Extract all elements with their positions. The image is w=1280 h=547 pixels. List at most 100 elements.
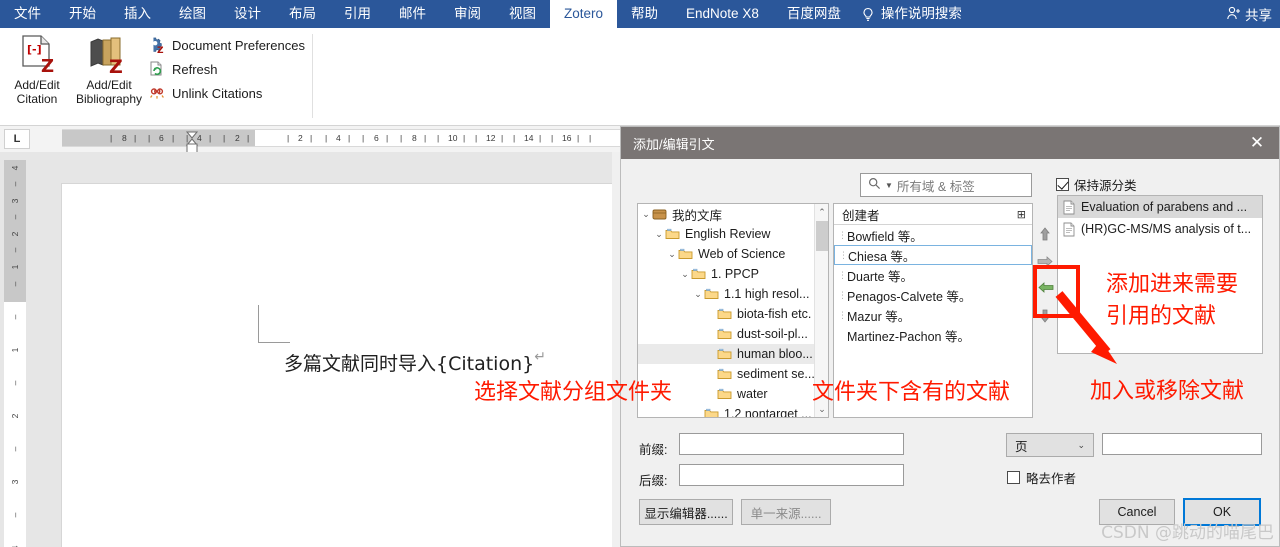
search-input[interactable]: ▼ 所有域 & 标签	[860, 173, 1032, 197]
chevron-down-icon[interactable]: ▼	[885, 181, 893, 190]
tree-item-label: dust-soil-pl...	[737, 327, 808, 341]
share-button[interactable]: 共享	[1226, 0, 1280, 28]
svg-text:Z: Z	[109, 56, 123, 76]
ruler-tick: 8	[122, 133, 127, 143]
ribbon-tab-buju[interactable]: 布局	[275, 0, 330, 28]
close-icon[interactable]: ✕	[1235, 127, 1279, 159]
document-body-text[interactable]: 多篇文献同时导入{Citation}↵	[284, 349, 546, 376]
ok-label: OK	[1212, 505, 1232, 519]
suppress-author-checkbox[interactable]: 略去作者	[1007, 468, 1076, 487]
column-picker-icon[interactable]: ⊞	[1017, 208, 1026, 221]
add-edit-bibliography-button[interactable]: Z Add/Edit Bibliography	[70, 32, 148, 106]
tree-item-1-1-high-resolution[interactable]: ⌄ 1.1 high resol...	[638, 284, 814, 304]
document-icon	[1063, 222, 1075, 237]
ribbon-tab-charu[interactable]: 插入	[110, 0, 165, 28]
ribbon-tab-label: Zotero	[564, 6, 604, 22]
ribbon-tab-zotero[interactable]: Zotero	[550, 0, 618, 28]
ribbon-tab-kaishi[interactable]: 开始	[55, 0, 110, 28]
tree-item-my-library[interactable]: ⌄ 我的文库	[638, 204, 814, 224]
ribbon-tab-youjian[interactable]: 邮件	[385, 0, 440, 28]
ann-add-remove: 加入或移除文献	[1090, 379, 1245, 404]
keep-source-classification-checkbox[interactable]: 保持源分类	[1056, 175, 1137, 194]
chevron-down-icon[interactable]: ⌄	[679, 269, 691, 280]
ann-select-folder: 选择文献分组文件夹	[474, 380, 673, 405]
list-item-bowfield[interactable]: ⋮ Bowfield 等。	[834, 225, 1032, 245]
scrollbar-thumb[interactable]	[816, 221, 828, 251]
selected-citation-row[interactable]: (HR)GC-MS/MS analysis of t...	[1058, 218, 1262, 240]
ribbon-tab-sheji[interactable]: 设计	[220, 0, 275, 28]
tree-item-web-of-science[interactable]: ⌄ Web of Science	[638, 244, 814, 264]
list-item-chiesa[interactable]: ⋮ Chiesa 等。	[834, 245, 1032, 265]
tree-item-english-review[interactable]: ⌄ English Review	[638, 224, 814, 244]
ann-folder-contents: 文件夹下含有的文献	[812, 380, 1011, 405]
tree-item-label: Web of Science	[698, 247, 786, 261]
single-source-button[interactable]: 单一来源......	[741, 499, 831, 525]
chevron-down-icon[interactable]: ⌄	[666, 249, 678, 260]
tree-item-label: 1.2 nontarget ...	[724, 407, 812, 418]
scroll-up-arrow-icon[interactable]: ⌃	[815, 204, 828, 220]
tree-item-1-ppcp[interactable]: ⌄ 1. PPCP	[638, 264, 814, 284]
folder-icon	[717, 348, 732, 360]
selected-citation-row[interactable]: Evaluation of parabens and ...	[1058, 196, 1262, 218]
ribbon-tab-label: 帮助	[631, 6, 659, 22]
move-up-button[interactable]	[1036, 226, 1054, 245]
ribbon-tab-baidunetdisk[interactable]: 百度网盘	[773, 0, 855, 28]
document-preferences-label: Document Preferences	[172, 37, 305, 53]
list-item-label: Mazur 等。	[847, 309, 911, 324]
list-item-penagos-calvete[interactable]: ⋮ Penagos-Calvete 等。	[834, 285, 1032, 305]
chevron-down-icon[interactable]: ⌄	[640, 209, 652, 220]
locator-value-input[interactable]	[1102, 433, 1262, 455]
add-edit-citation-label-line2: Citation	[16, 92, 58, 106]
chevron-down-icon: ⌄	[1077, 439, 1085, 450]
ribbon-tab-bangzhu[interactable]: 帮助	[617, 0, 672, 28]
vertical-ruler[interactable]: 4 3 2 1 –– –– – 1 – 2 – 3 – 4	[4, 160, 26, 547]
ribbon-tab-endnote[interactable]: EndNote X8	[672, 0, 773, 28]
items-list-header[interactable]: 创建者 ⊞	[834, 204, 1032, 225]
list-item-label: Bowfield 等。	[847, 229, 923, 244]
list-item-mazur[interactable]: ⋮ Mazur 等。	[834, 305, 1032, 325]
ribbon-group-divider	[312, 34, 313, 118]
unlink-citations-button[interactable]: Unlink Citations	[148, 82, 262, 104]
document-preferences-button[interactable]: Z Document Preferences	[148, 34, 305, 56]
watermark: CSDN @跳动的喵尾巴	[1101, 523, 1274, 543]
tell-me-label: 操作说明搜索	[880, 6, 962, 22]
lightbulb-icon	[861, 6, 875, 22]
vruler-tick: 3	[10, 479, 20, 485]
ribbon-group-zotero: [-] Z Add/Edit Citation Z Add/Edit Bibli…	[0, 28, 313, 148]
document-paragraph-text: 多篇文献同时导入{Citation}	[284, 353, 535, 375]
chevron-down-icon[interactable]: ⌄	[692, 289, 704, 300]
ribbon-tab-shitu[interactable]: 视图	[495, 0, 550, 28]
prefix-input[interactable]	[679, 433, 904, 455]
ribbon-tab-label: 布局	[289, 6, 316, 22]
list-item-label: Martinez-Pachon 等。	[847, 329, 970, 344]
list-item-duarte[interactable]: ⋮ Duarte 等。	[834, 265, 1032, 285]
tab-stop-selector[interactable]: L	[4, 129, 30, 149]
tree-item-dust-soil-plant[interactable]: dust-soil-pl...	[638, 324, 814, 344]
tree-item-human-blood[interactable]: human bloo...	[638, 344, 814, 364]
ribbon-tab-yinyong[interactable]: 引用	[330, 0, 385, 28]
chevron-down-icon[interactable]: ⌄	[653, 229, 665, 240]
document-page[interactable]: 多篇文献同时导入{Citation}↵	[62, 184, 628, 547]
list-item-martinez-pachon[interactable]: Martinez-Pachon 等。	[834, 325, 1032, 345]
tree-item-label: biota-fish etc.	[737, 307, 812, 321]
ribbon-tab-huitu[interactable]: 绘图	[165, 0, 220, 28]
show-editor-label: 显示编辑器......	[644, 506, 728, 521]
suffix-input[interactable]	[679, 464, 904, 486]
ribbon-tab-wenjian[interactable]: 文件	[0, 0, 55, 28]
ribbon-tab-shenyue[interactable]: 审阅	[440, 0, 495, 28]
document-canvas[interactable]: 多篇文献同时导入{Citation}↵	[26, 152, 628, 547]
horizontal-ruler[interactable]: 8 6 4 2 2 4 6 8 10 12 14 16 | | | | | | | | …	[62, 129, 629, 147]
tree-item-biota-fish[interactable]: biota-fish etc.	[638, 304, 814, 324]
refresh-button[interactable]: Refresh	[148, 58, 218, 80]
tell-me-search[interactable]: 操作说明搜索	[855, 0, 976, 28]
search-placeholder: 所有域 & 标签	[896, 179, 975, 194]
show-editor-button[interactable]: 显示编辑器......	[639, 499, 733, 525]
locator-type-select[interactable]: 页 ⌄	[1006, 433, 1094, 457]
ribbon-tab-label: 开始	[69, 6, 96, 22]
ribbon-tab-label: EndNote X8	[686, 6, 759, 22]
left-indent-marker[interactable]	[186, 141, 198, 154]
tree-item-label: sediment se...	[737, 367, 815, 381]
add-edit-citation-button[interactable]: [-] Z Add/Edit Citation	[4, 32, 70, 106]
tree-item-1-2-nontarget[interactable]: 1.2 nontarget ...	[638, 404, 814, 418]
ann-add-refs-line2: 引用的文献	[1106, 304, 1217, 329]
